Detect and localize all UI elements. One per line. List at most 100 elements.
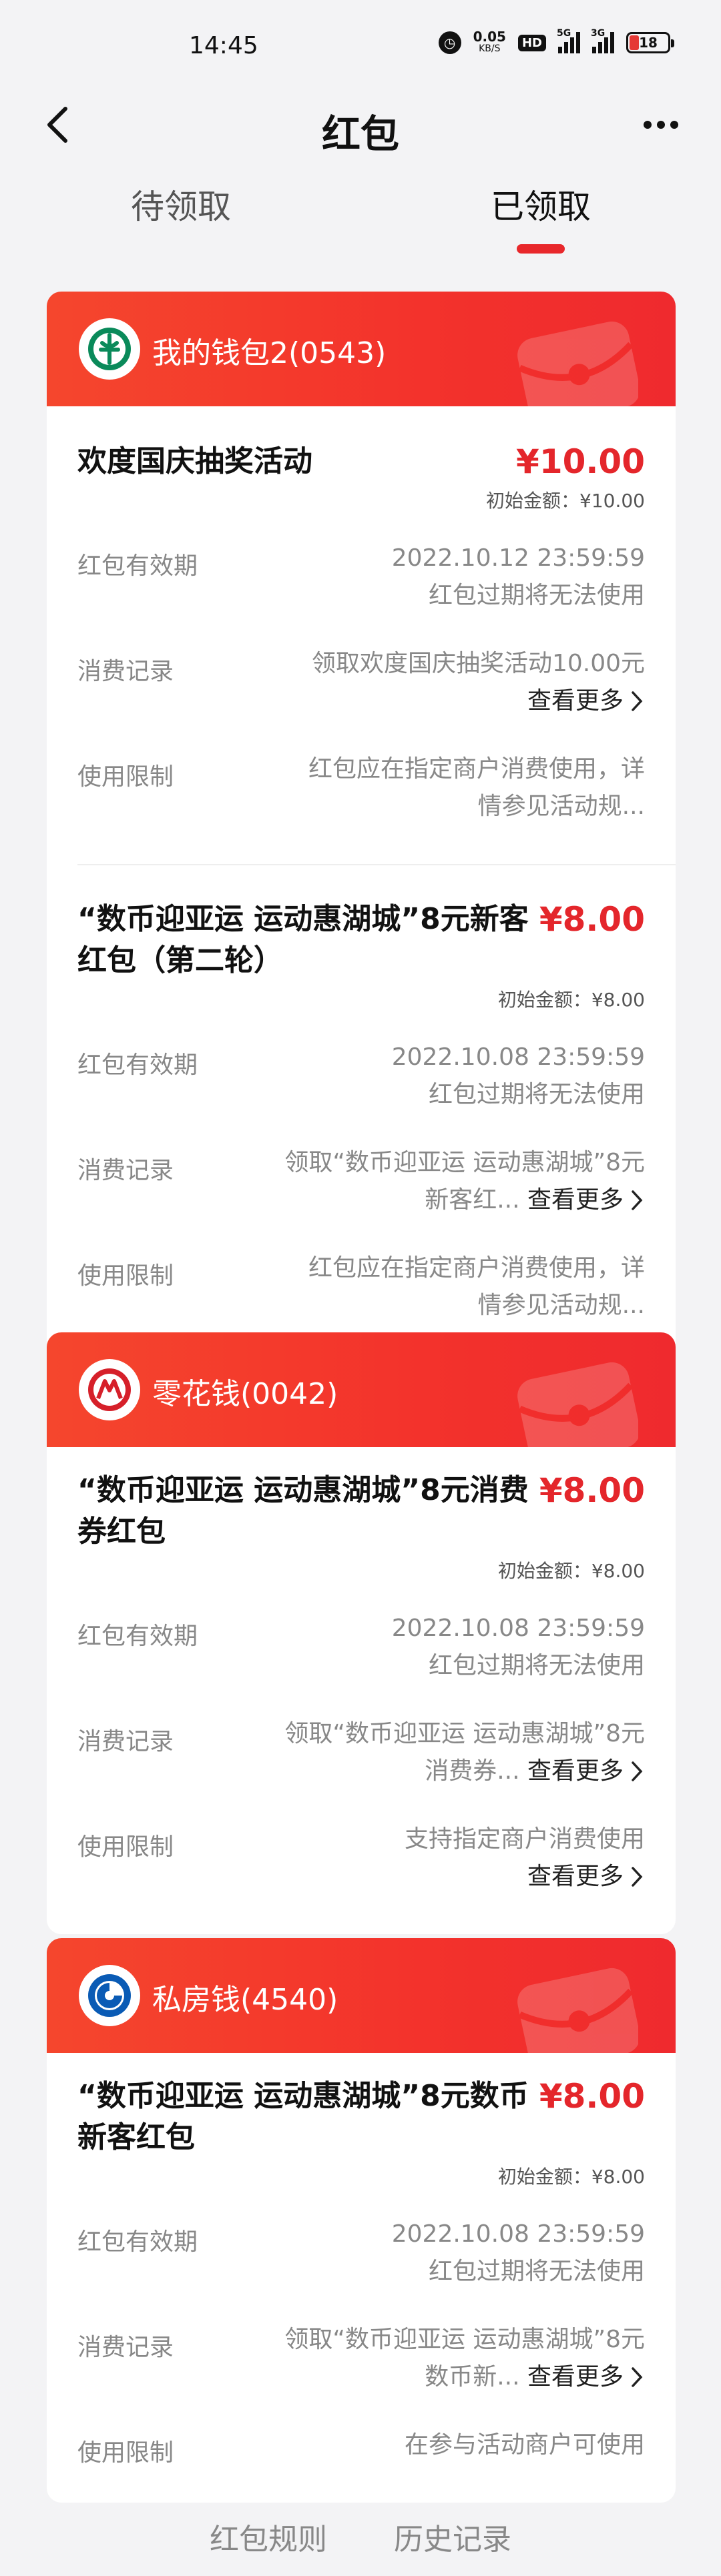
record-text: 领取“数币迎亚运 运动惠湖城”8元 — [284, 2326, 645, 2353]
network-speed-value: 0.05 — [473, 29, 506, 45]
limit-text-line1: 在参与活动商户可使用 — [404, 2431, 645, 2459]
view-more-label: 查看更多 — [527, 687, 624, 715]
chevron-right-icon — [632, 2367, 643, 2387]
validity-label: 红包有效期 — [77, 552, 198, 580]
validity-note: 红包过期将无法使用 — [428, 2258, 645, 2285]
wallet-card: 我的钱包2(0543) 欢度国庆抽奖活动 ¥10.00 初始金额：¥10.00 … — [47, 292, 676, 1359]
page-title: 红包 — [321, 111, 399, 157]
record-text: 领取欢度国庆抽奖活动10.00元 — [311, 650, 645, 677]
network-speed: 0.05 KB/S — [473, 29, 506, 55]
record-label: 消费记录 — [77, 1157, 174, 1184]
limit-text-line1: 红包应在指定商户消费使用，详 — [308, 1254, 645, 1282]
record-label: 消费记录 — [77, 2334, 174, 2361]
footer-links: 红包规则 历史记录 — [0, 2515, 721, 2558]
view-more-label: 查看更多 — [527, 1757, 624, 1785]
wallet-card: 零花钱(0042) “数币迎亚运 运动惠湖城”8元消费券红包 ¥8.00 初始金… — [47, 1332, 676, 1934]
redpacket-amount: ¥8.00 — [539, 1471, 645, 1510]
validity-note: 红包过期将无法使用 — [428, 1652, 645, 1679]
wallet-header: 私房钱(4540) — [47, 1938, 676, 2064]
tab-active-indicator — [517, 244, 565, 254]
redpacket-title: 欢度国庆抽奖活动 — [77, 444, 312, 478]
redpacket-amount: ¥8.00 — [539, 2077, 645, 2116]
redpacket-title: “数币迎亚运 运动惠湖城”8元消费券红包 — [77, 1473, 529, 1549]
limit-text-line2: 情参见活动规... — [477, 793, 645, 820]
redpacket-entry[interactable]: “数币迎亚运 运动惠湖城”8元消费券红包 ¥8.00 初始金额：¥8.00 红包… — [47, 1447, 676, 1934]
redpacket-entry[interactable]: “数币迎亚运 运动惠湖城”8元新客红包（第二轮） ¥8.00 初始金额：¥8.0… — [47, 864, 676, 1359]
chevron-right-icon — [632, 1761, 643, 1781]
abc-bank-logo-icon — [79, 318, 140, 380]
validity-note: 红包过期将无法使用 — [428, 1081, 645, 1108]
initial-amount: 初始金额：¥8.00 — [497, 2166, 645, 2188]
status-bar: 14:45 ◷ 0.05 KB/S HD 5G 3G 18 — [0, 0, 721, 93]
redpacket-title: “数币迎亚运 运动惠湖城”8元新客红包（第二轮） — [77, 902, 529, 977]
chevron-right-icon — [632, 1867, 643, 1887]
chevron-right-icon — [632, 691, 643, 711]
limit-label: 使用限制 — [77, 2439, 174, 2467]
record-text: 领取“数币迎亚运 运动惠湖城”8元 — [284, 1149, 645, 1176]
redpacket-amount: ¥8.00 — [539, 900, 645, 939]
more-horizontal-icon — [644, 121, 652, 129]
tab-received[interactable]: 已领取 — [491, 180, 591, 228]
record-label: 消费记录 — [77, 1728, 174, 1755]
redpacket-entry[interactable]: 欢度国庆抽奖活动 ¥10.00 初始金额：¥10.00 红包有效期 2022.1… — [47, 406, 676, 864]
redpacket-amount: ¥10.00 — [516, 442, 645, 481]
network-speed-unit: KB/S — [479, 43, 501, 54]
hd-voice-icon: HD — [517, 34, 546, 51]
view-more-label: 查看更多 — [527, 2363, 624, 2391]
battery-level: 18 — [639, 35, 658, 51]
signal-3g-icon: 3G — [591, 28, 614, 53]
wallet-card: 私房钱(4540) “数币迎亚运 运动惠湖城”8元数币新客红包 ¥8.00 初始… — [47, 1938, 676, 2503]
limit-text-line1: 支持指定商户消费使用 — [404, 1825, 645, 1853]
redpacket-title: “数币迎亚运 运动惠湖城”8元数币新客红包 — [77, 2079, 529, 2154]
chevron-left-icon — [47, 107, 67, 143]
limit-text-line1: 红包应在指定商户消费使用，详 — [308, 755, 645, 783]
wallet-header: 我的钱包2(0543) — [47, 292, 676, 417]
record-text-line2: 数币新... — [425, 2363, 520, 2391]
limit-label: 使用限制 — [77, 763, 174, 791]
initial-amount: 初始金额：¥8.00 — [497, 989, 645, 1011]
back-button[interactable] — [37, 101, 77, 148]
limit-label: 使用限制 — [77, 1833, 174, 1861]
chevron-right-icon — [632, 1190, 643, 1210]
record-text: 领取“数币迎亚运 运动惠湖城”8元 — [284, 1720, 645, 1747]
view-more-label: 查看更多 — [527, 1863, 624, 1890]
initial-amount: 初始金额：¥8.00 — [497, 1560, 645, 1582]
view-more-link[interactable]: 查看更多 — [527, 1182, 645, 1219]
limit-view-more-link[interactable]: 查看更多 — [527, 1858, 645, 1895]
alarm-icon: ◷ — [438, 31, 461, 54]
view-more-link[interactable]: 查看更多 — [527, 683, 645, 720]
red-envelope-decoration-icon — [517, 321, 638, 417]
more-button[interactable] — [634, 101, 688, 148]
validity-label: 红包有效期 — [77, 1623, 198, 1650]
limit-label: 使用限制 — [77, 1262, 174, 1290]
validity-label: 红包有效期 — [77, 2228, 198, 2256]
view-more-link[interactable]: 查看更多 — [527, 2358, 645, 2396]
signal-3g-label: 3G — [591, 28, 606, 39]
view-more-label: 查看更多 — [527, 1186, 624, 1214]
tab-pending[interactable]: 待领取 — [131, 180, 231, 228]
redpacket-entry[interactable]: “数币迎亚运 运动惠湖城”8元数币新客红包 ¥8.00 初始金额：¥8.00 红… — [47, 2053, 676, 2503]
validity-date: 2022.10.08 23:59:59 — [391, 1615, 645, 1642]
status-icons: ◷ 0.05 KB/S HD 5G 3G 18 — [438, 28, 674, 55]
view-more-link[interactable]: 查看更多 — [527, 1753, 645, 1790]
signal-5g-icon: 5G — [557, 28, 580, 53]
wallet-name: 私房钱(4540) — [152, 1983, 338, 2017]
history-link[interactable]: 历史记录 — [394, 2515, 511, 2558]
initial-amount: 初始金额：¥10.00 — [486, 490, 645, 512]
battery-icon: 18 — [626, 32, 674, 53]
ccb-bank-logo-icon — [79, 1965, 140, 2026]
wallet-name: 我的钱包2(0543) — [152, 336, 387, 370]
validity-date: 2022.10.12 23:59:59 — [391, 544, 645, 572]
red-envelope-decoration-icon — [517, 1362, 638, 1458]
status-time: 14:45 — [189, 32, 258, 59]
tab-bar: 待领取 已领取 — [0, 160, 721, 267]
record-label: 消费记录 — [77, 658, 174, 685]
wallet-header: 零花钱(0042) — [47, 1332, 676, 1458]
nav-bar: 红包 — [0, 93, 721, 160]
validity-note: 红包过期将无法使用 — [428, 582, 645, 609]
rules-link[interactable]: 红包规则 — [210, 2515, 327, 2558]
limit-text-line2: 情参见活动规... — [477, 1292, 645, 1319]
signal-5g-label: 5G — [557, 28, 571, 39]
record-text-line2: 消费券... — [425, 1757, 520, 1785]
validity-label: 红包有效期 — [77, 1051, 198, 1079]
